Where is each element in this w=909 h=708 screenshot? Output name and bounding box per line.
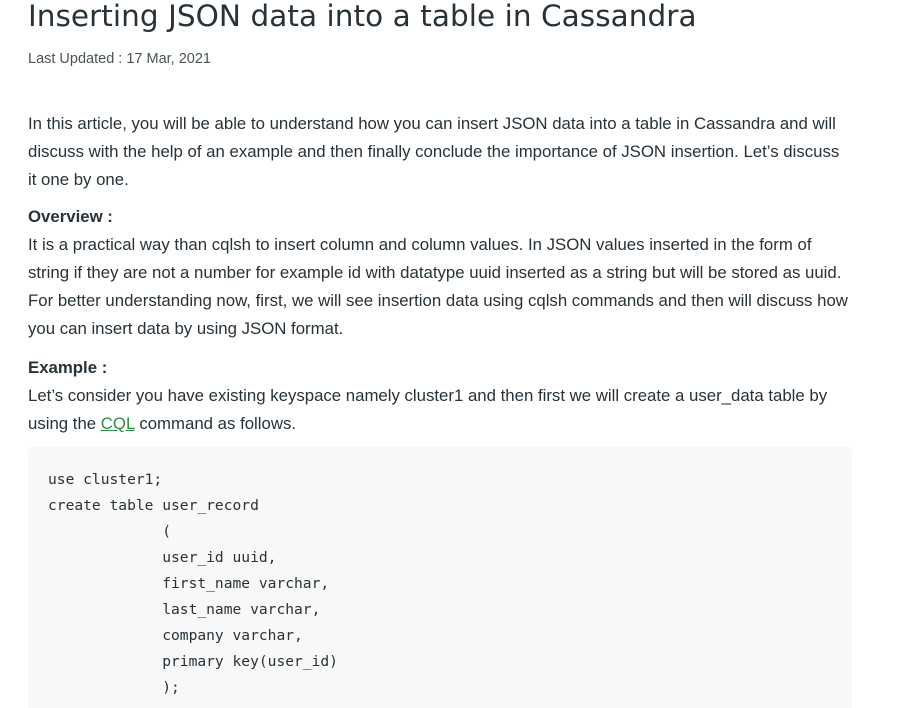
example-heading: Example : — [28, 358, 108, 377]
last-updated: Last Updated : 17 Mar, 2021 — [28, 51, 211, 67]
article-title: Inserting JSON data into a table in Cass… — [28, 0, 697, 33]
example-paragraph: Let’s consider you have existing keyspac… — [28, 382, 852, 438]
example-text-after: command as follows. — [134, 414, 297, 433]
overview-heading: Overview : — [28, 207, 113, 226]
intro-paragraph: In this article, you will be able to und… — [28, 114, 840, 189]
code-content[interactable]: use cluster1; create table user_record (… — [48, 467, 338, 701]
cql-link[interactable]: CQL — [101, 414, 135, 433]
overview-paragraph: It is a practical way than cqlsh to inse… — [28, 235, 848, 338]
code-block: use cluster1; create table user_record (… — [28, 447, 852, 708]
